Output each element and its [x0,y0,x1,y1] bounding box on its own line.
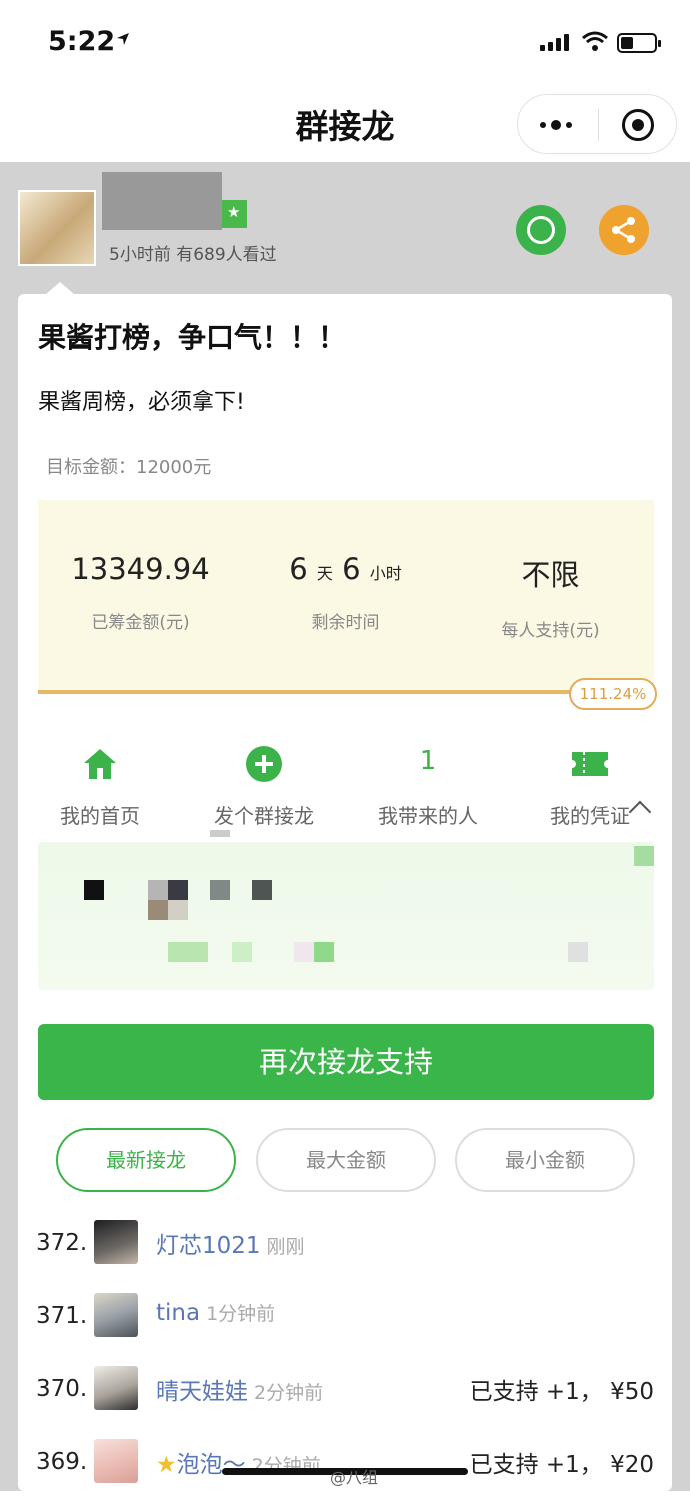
entry-avatar [94,1366,138,1410]
post-description: 果酱周榜，必须拿下! [38,390,245,415]
raised-value: 13349.94 [71,552,210,586]
days-unit: 天 [316,564,333,583]
entry-name: 晴天娃娃 2分钟前 [156,1379,324,1405]
post-meta: 5小时前 有689人看过 [109,245,277,265]
close-miniprogram-icon[interactable] [622,109,654,141]
entry-time: 2分钟前 [254,1382,324,1404]
filter-max-amount[interactable]: 最大金额 [256,1128,436,1192]
my-home-action[interactable]: 我的首页 [20,746,180,829]
entry-time: 1分钟前 [206,1303,276,1325]
support-again-button[interactable]: 再次接龙支持 [38,1024,654,1100]
hours-unit: 小时 [369,564,402,583]
entry-name: tina 1分钟前 [156,1300,276,1326]
referred-label: 我带来的人 [378,804,478,828]
signal-icon [540,34,569,51]
entry-time: 刚刚 [266,1236,305,1258]
remaining-value: 6 天 6 小时 [243,552,448,586]
entry-avatar [94,1439,138,1483]
entry-avatar [94,1220,138,1264]
limit-label: 每人支持(元) [501,621,600,641]
stat-limit: 不限 每人支持(元) [448,552,653,641]
battery-icon [617,33,661,53]
author-avatar[interactable] [18,190,96,266]
stat-remaining: 6 天 6 小时 剩余时间 [243,552,448,633]
limit-value: 不限 [521,558,580,592]
supporters-preview-redacted [38,842,654,990]
remaining-hours: 6 [342,552,361,586]
share-button[interactable] [599,205,649,255]
status-time: 5:22 [48,26,116,57]
post-title: 果酱打榜，争口气！！！ [38,321,347,354]
raised-label: 已筹金额(元) [91,613,190,633]
remaining-days: 6 [289,552,308,586]
list-item[interactable]: 372. 灯芯1021 刚刚 [18,1218,672,1278]
stat-raised: 13349.94 已筹金额(元) [38,552,243,633]
target-amount: 目标金额：12000元 [46,457,212,478]
home-icon [84,749,116,779]
entry-number: 372. [36,1230,88,1256]
entry-number: 370. [36,1376,88,1402]
entry-avatar [94,1293,138,1337]
nav-bar: 群接龙 [0,86,690,162]
watermark: @八组 [330,1468,379,1487]
new-chain-label: 发个群接龙 [214,804,314,828]
entry-support: 已支持 +1， ¥20 [469,1452,654,1478]
filter-min-amount[interactable]: 最小金额 [455,1128,635,1192]
wifi-icon [582,31,608,51]
star-badge-icon [222,200,247,228]
action-row: 我的首页 发个群接龙 1 我带来的人 我的凭证 [18,746,672,829]
location-arrow-icon [117,33,129,45]
more-icon[interactable] [540,117,584,133]
list-item[interactable]: 370. 晴天娃娃 2分钟前 已支持 +1， ¥50 [18,1364,672,1424]
entry-support: 已支持 +1， ¥50 [469,1379,654,1405]
new-chain-action[interactable]: 发个群接龙 [184,746,344,829]
entry-number: 371. [36,1303,88,1329]
ticket-icon [572,752,608,776]
post-card: 果酱打榜，争口气！！！ 果酱周榜，必须拿下! 目标金额：12000元 13349… [18,282,672,1491]
remaining-label: 剩余时间 [311,613,380,633]
camera-button[interactable] [516,205,566,255]
star-emoji-icon: ★ [156,1452,177,1478]
progress-bar [38,690,638,694]
progress-percent: 111.24% [569,678,657,710]
entry-name: 灯芯1021 刚刚 [156,1233,305,1259]
list-item[interactable]: 371. tina 1分钟前 [18,1291,672,1351]
filter-latest[interactable]: 最新接龙 [56,1128,236,1192]
tab-indicator [210,830,230,837]
author-name-redacted [102,172,222,230]
plus-circle-icon [246,746,282,782]
referred-people-action[interactable]: 1 我带来的人 [348,746,508,829]
my-home-label: 我的首页 [60,804,140,828]
status-bar: 5:22 [0,0,690,86]
referred-count: 1 [419,746,437,776]
mini-program-capsule [517,94,677,154]
entry-number: 369. [36,1449,88,1475]
capsule-divider [598,109,599,141]
stats-panel: 13349.94 已筹金额(元) 6 天 6 小时 剩余时间 不限 每人支持(元… [38,500,654,690]
